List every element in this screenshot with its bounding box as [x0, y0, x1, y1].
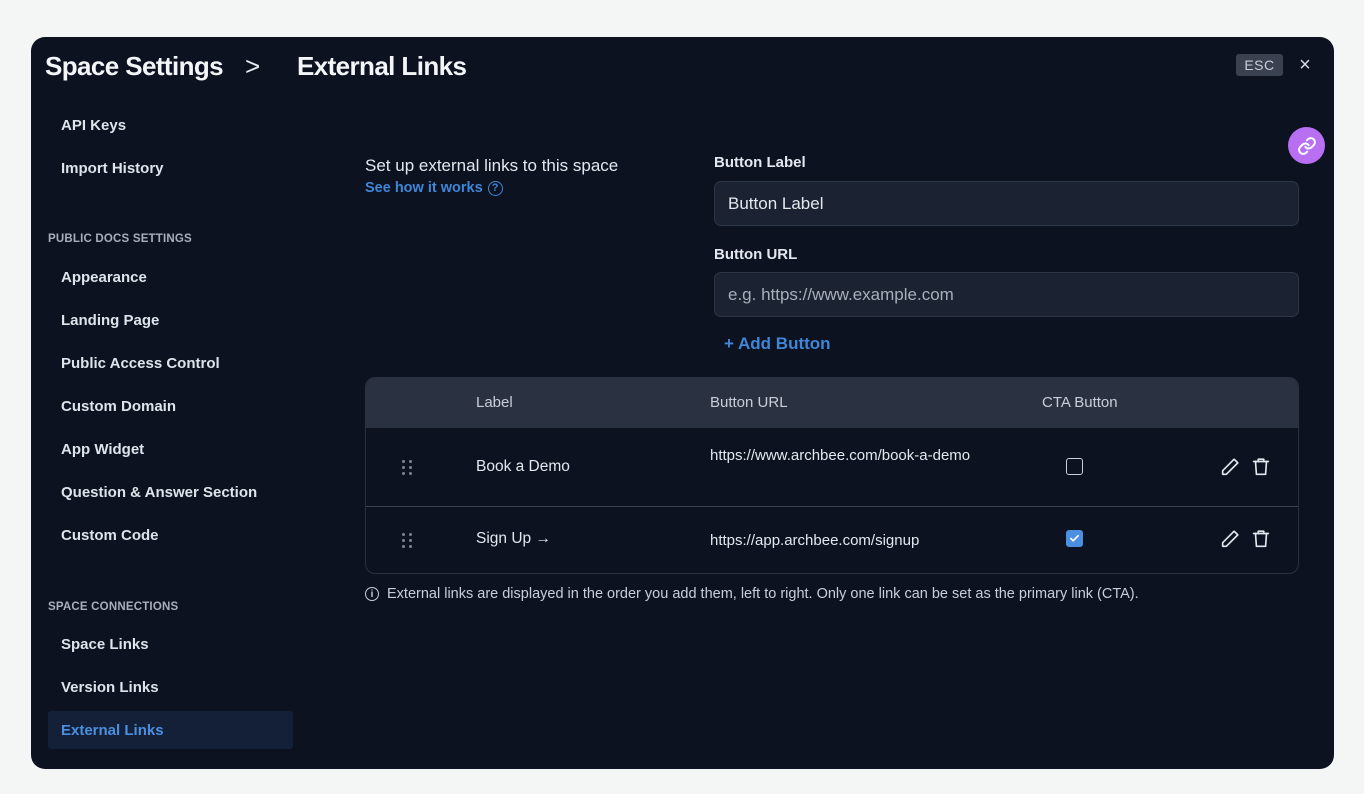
table-row: Sign Up → https://app.archbee.com/signup	[366, 507, 1298, 573]
row-label: Sign Up →	[476, 530, 551, 547]
edit-pencil-icon[interactable]	[1219, 528, 1241, 550]
drag-handle-icon[interactable]	[402, 459, 414, 475]
info-icon: i	[365, 587, 379, 601]
sidebar-item-landing-page[interactable]: Landing Page	[48, 301, 293, 339]
table-row: Book a Demo https://www.archbee.com/book…	[366, 428, 1298, 507]
esc-key-hint: ESC	[1236, 54, 1283, 76]
link-fab-button[interactable]	[1288, 127, 1325, 164]
breadcrumb-chevron-icon: >	[245, 51, 261, 81]
column-header-label: Label	[476, 394, 513, 411]
cta-checkbox[interactable]	[1066, 458, 1083, 475]
table-header: Label Button URL CTA Button	[366, 378, 1298, 428]
sidebar-section-space-connections: SPACE CONNECTIONS	[48, 601, 179, 613]
sidebar-item-version-links[interactable]: Version Links	[48, 668, 293, 706]
help-circle-icon: ?	[487, 180, 503, 196]
settings-modal: Space Settings > External Links ESC × AP…	[31, 37, 1334, 769]
section-intro-title: Set up external links to this space	[365, 156, 619, 175]
row-label: Book a Demo	[476, 458, 570, 475]
button-label-input[interactable]	[714, 181, 1299, 226]
sidebar-item-import-history[interactable]: Import History	[48, 149, 293, 187]
button-url-input[interactable]	[714, 272, 1299, 317]
checkmark-icon	[1070, 534, 1079, 542]
sidebar-item-space-links[interactable]: Space Links	[48, 625, 293, 663]
drag-handle-icon[interactable]	[402, 532, 414, 548]
breadcrumb-current: External Links	[297, 51, 467, 81]
info-note-text: External links are displayed in the orde…	[387, 586, 1139, 602]
column-header-button-url: Button URL	[710, 394, 788, 411]
page-title[interactable]: Space Settings	[45, 51, 224, 82]
button-label-field-label: Button Label	[714, 154, 806, 171]
sidebar-item-question-answer[interactable]: Question & Answer Section	[48, 473, 293, 511]
column-header-cta-button: CTA Button	[1042, 394, 1118, 411]
external-links-table: Label Button URL CTA Button Book a Demo …	[365, 377, 1299, 574]
row-url: https://www.archbee.com/book-a-demo	[710, 447, 971, 464]
edit-pencil-icon[interactable]	[1219, 456, 1241, 478]
button-url-field-label: Button URL	[714, 246, 798, 263]
link-icon	[1297, 136, 1316, 155]
sidebar-item-appearance[interactable]: Appearance	[48, 258, 293, 296]
sidebar-item-external-links[interactable]: External Links	[48, 711, 293, 749]
sidebar-item-custom-code[interactable]: Custom Code	[48, 516, 293, 554]
add-button[interactable]: + Add Button	[724, 334, 831, 354]
delete-trash-icon[interactable]	[1250, 456, 1272, 478]
close-icon[interactable]: ×	[1295, 53, 1315, 77]
sidebar-item-custom-domain[interactable]: Custom Domain	[48, 387, 293, 425]
see-how-it-works-label: See how it works	[365, 180, 483, 196]
see-how-it-works-link[interactable]: See how it works ?	[365, 180, 503, 196]
sidebar-item-public-access-control[interactable]: Public Access Control	[48, 344, 293, 382]
delete-trash-icon[interactable]	[1250, 528, 1272, 550]
sidebar-item-app-widget[interactable]: App Widget	[48, 430, 293, 468]
info-note: i External links are displayed in the or…	[365, 586, 1139, 602]
cta-checkbox-checked[interactable]	[1066, 530, 1083, 547]
row-url: https://app.archbee.com/signup	[710, 532, 920, 549]
sidebar-item-api-keys[interactable]: API Keys	[48, 106, 293, 144]
sidebar-section-public-docs: PUBLIC DOCS SETTINGS	[48, 233, 192, 245]
